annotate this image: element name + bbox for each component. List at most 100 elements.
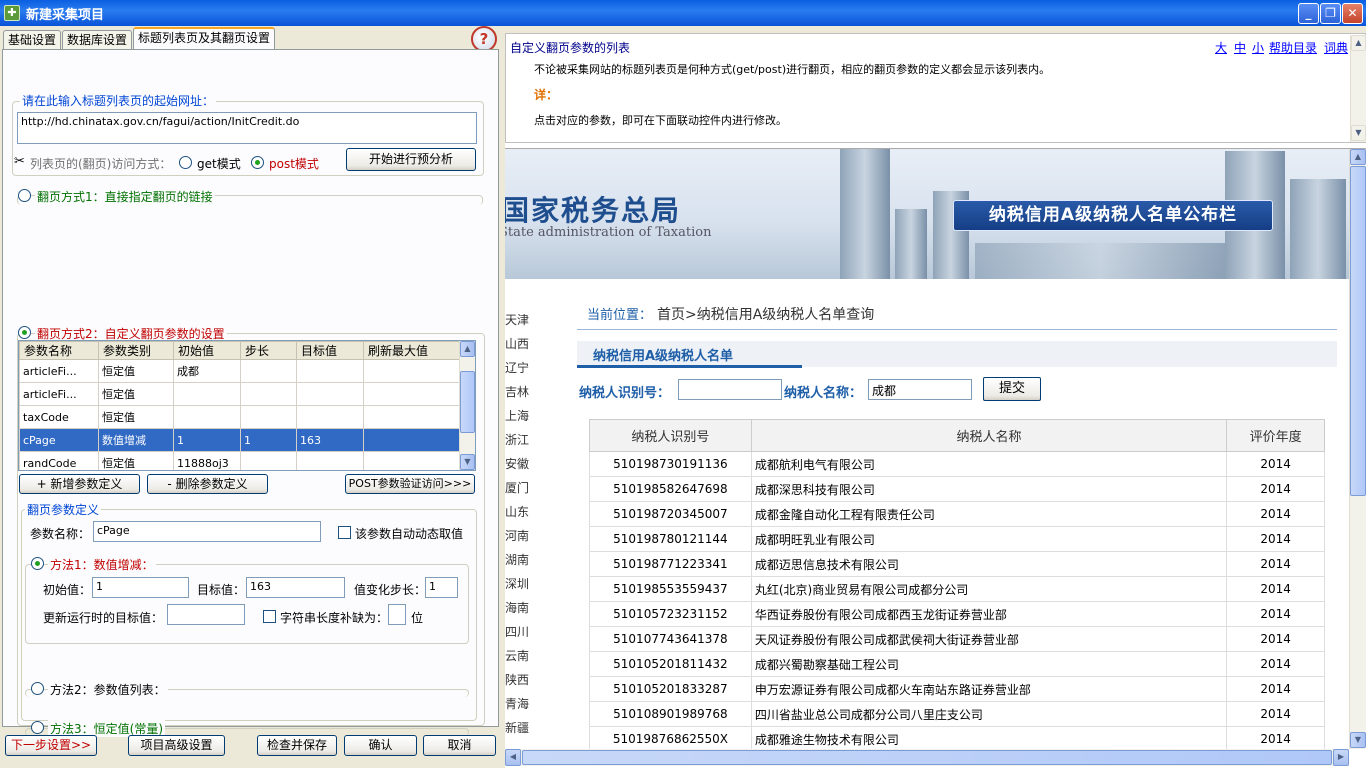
cancel-button[interactable]: 取消 xyxy=(423,735,496,756)
pad-length-unit: 位 xyxy=(411,611,424,625)
start-analysis-button[interactable]: 开始进行预分析 xyxy=(346,148,476,171)
province-link[interactable]: 海南 xyxy=(505,599,529,623)
minimize-button[interactable]: _ xyxy=(1298,3,1319,24)
help-scrollbar[interactable]: ▲ ▼ xyxy=(1350,35,1366,142)
scroll-left-icon[interactable]: ◀ xyxy=(505,749,521,766)
start-url-input[interactable]: http://hd.chinatax.gov.cn/fagui/action/I… xyxy=(17,112,477,144)
param-row[interactable]: randCode 恒定值 11888oj3 xyxy=(19,451,460,470)
param-row-selected[interactable]: cPage 数值增减 1 1 163 xyxy=(19,428,460,452)
submit-button[interactable]: 提交 xyxy=(983,377,1041,401)
province-link[interactable]: 深圳 xyxy=(505,575,529,599)
get-mode-radio[interactable] xyxy=(179,156,192,169)
remove-param-button[interactable]: - 删除参数定义 xyxy=(147,474,268,494)
verify-post-button[interactable]: POST参数验证访问>>> xyxy=(345,474,475,494)
method3-radio[interactable] xyxy=(31,721,44,734)
province-link[interactable]: 上海 xyxy=(505,407,529,431)
param-col-header[interactable]: 刷新最大值 xyxy=(363,341,460,360)
tab-list-paging[interactable]: 标题列表页及其翻页设置 xyxy=(133,27,276,49)
add-param-button[interactable]: + 新增参数定义 xyxy=(19,474,140,494)
param-cell xyxy=(173,382,241,406)
province-link[interactable]: 四川 xyxy=(505,623,529,647)
taxpayer-name-input[interactable]: 成都 xyxy=(868,379,972,400)
pad-length-input[interactable] xyxy=(388,604,406,625)
step-input[interactable]: 1 xyxy=(425,577,458,598)
province-link[interactable]: 山西 xyxy=(505,335,529,359)
param-cell xyxy=(363,451,460,470)
param-col-header[interactable]: 步长 xyxy=(240,341,297,360)
banner-building xyxy=(895,209,927,279)
province-link[interactable]: 浙江 xyxy=(505,431,529,455)
advanced-settings-button[interactable]: 项目高级设置 xyxy=(128,735,225,756)
close-button[interactable]: ✕ xyxy=(1342,3,1363,24)
province-link[interactable]: 河南 xyxy=(505,527,529,551)
web-vscrollbar[interactable]: ▲ ▼ xyxy=(1349,149,1366,749)
table-row: 510107743641378 天风证券股份有限公司成都武侯祠大街证券营业部 201… xyxy=(589,626,1325,652)
taxpayer-id-input[interactable] xyxy=(678,379,782,400)
font-small-link[interactable]: 小 xyxy=(1252,39,1264,56)
year-cell: 2014 xyxy=(1226,501,1325,527)
method1-radio[interactable] xyxy=(31,557,44,570)
post-mode-radio[interactable] xyxy=(251,156,264,169)
scroll-thumb[interactable] xyxy=(1350,166,1366,496)
param-col-header[interactable]: 参数类别 xyxy=(98,341,174,360)
scroll-thumb[interactable] xyxy=(460,371,475,433)
param-row[interactable]: articleFi... 恒定值 xyxy=(19,382,460,406)
pad-length-checkbox[interactable] xyxy=(263,610,276,623)
font-large-link[interactable]: 大 xyxy=(1215,39,1227,56)
check-save-button[interactable]: 检查并保存 xyxy=(257,735,337,756)
scroll-up-icon[interactable]: ▲ xyxy=(460,341,475,357)
font-medium-link[interactable]: 中 xyxy=(1234,39,1246,56)
pad-length-label: 字符串长度补缺为： xyxy=(280,611,389,625)
province-link[interactable]: 安徽 xyxy=(505,455,529,479)
paging2-radio[interactable] xyxy=(18,326,31,339)
method2-radio[interactable] xyxy=(31,682,44,695)
scroll-up-icon[interactable]: ▲ xyxy=(1351,35,1366,51)
param-row[interactable]: taxCode 恒定值 xyxy=(19,405,460,429)
step-label: 值变化步长： xyxy=(354,583,427,597)
province-link[interactable]: 天津 xyxy=(505,311,529,335)
scroll-up-icon[interactable]: ▲ xyxy=(1350,149,1366,165)
scroll-right-icon[interactable]: ▶ xyxy=(1333,749,1349,766)
app-icon: ✚ xyxy=(4,5,20,21)
paging1-radio[interactable] xyxy=(18,189,31,202)
param-name-input[interactable]: cPage xyxy=(93,521,321,542)
taxpayer-id-cell: 510198771223341 xyxy=(589,551,752,577)
province-link[interactable]: 陕西 xyxy=(505,671,529,695)
param-col-header[interactable]: 参数名称 xyxy=(19,341,99,360)
next-step-button[interactable]: 下一步设置>> xyxy=(5,735,97,756)
param-table[interactable]: 参数名称 参数类别 初始值 步长 目标值 刷新最大值 articleFi... 恒… xyxy=(18,340,476,471)
dictionary-link[interactable]: 词典 xyxy=(1324,39,1348,56)
param-row[interactable]: articleFi... 恒定值 成都 xyxy=(19,359,460,383)
province-link[interactable]: 湖南 xyxy=(505,551,529,575)
web-preview[interactable]: 国家税务总局 State administration of Taxation … xyxy=(505,148,1366,768)
province-link[interactable]: 云南 xyxy=(505,647,529,671)
window-titlebar[interactable]: ✚ 新建采集项目 _ ❐ ✕ xyxy=(0,0,1366,26)
tab-database[interactable]: 数据库设置 xyxy=(62,30,133,49)
scroll-down-icon[interactable]: ▼ xyxy=(1351,125,1366,141)
province-link[interactable]: 厦门 xyxy=(505,479,529,503)
province-link[interactable]: 辽宁 xyxy=(505,359,529,383)
scroll-down-icon[interactable]: ▼ xyxy=(460,454,475,470)
taxpayer-id-cell: 510107743641378 xyxy=(589,626,752,652)
banner-plate: 纳税信用A级纳税人名单公布栏 xyxy=(953,200,1273,231)
province-link[interactable]: 山东 xyxy=(505,503,529,527)
taxpayer-id-cell: 510198720345007 xyxy=(589,501,752,527)
web-hscrollbar[interactable]: ◀ ▶ xyxy=(505,749,1349,766)
param-table-scrollbar[interactable]: ▲ ▼ xyxy=(459,341,475,470)
scroll-down-icon[interactable]: ▼ xyxy=(1350,732,1366,748)
initial-value-input[interactable]: 1 xyxy=(92,577,189,598)
province-link[interactable]: 青海 xyxy=(505,695,529,719)
province-link[interactable]: 吉林 xyxy=(505,383,529,407)
tab-basic[interactable]: 基础设置 xyxy=(3,30,62,49)
help-index-link[interactable]: 帮助目录 xyxy=(1269,39,1317,56)
param-col-header[interactable]: 初始值 xyxy=(173,341,241,360)
scroll-thumb[interactable] xyxy=(522,750,1332,765)
update-target-input[interactable] xyxy=(167,604,245,625)
maximize-button[interactable]: ❐ xyxy=(1320,3,1341,24)
ok-button[interactable]: 确认 xyxy=(344,735,417,756)
province-link[interactable]: 新疆 xyxy=(505,719,529,743)
target-value-input[interactable]: 163 xyxy=(246,577,345,598)
year-cell: 2014 xyxy=(1226,701,1325,727)
param-col-header[interactable]: 目标值 xyxy=(296,341,364,360)
auto-dynamic-checkbox[interactable] xyxy=(338,526,351,539)
